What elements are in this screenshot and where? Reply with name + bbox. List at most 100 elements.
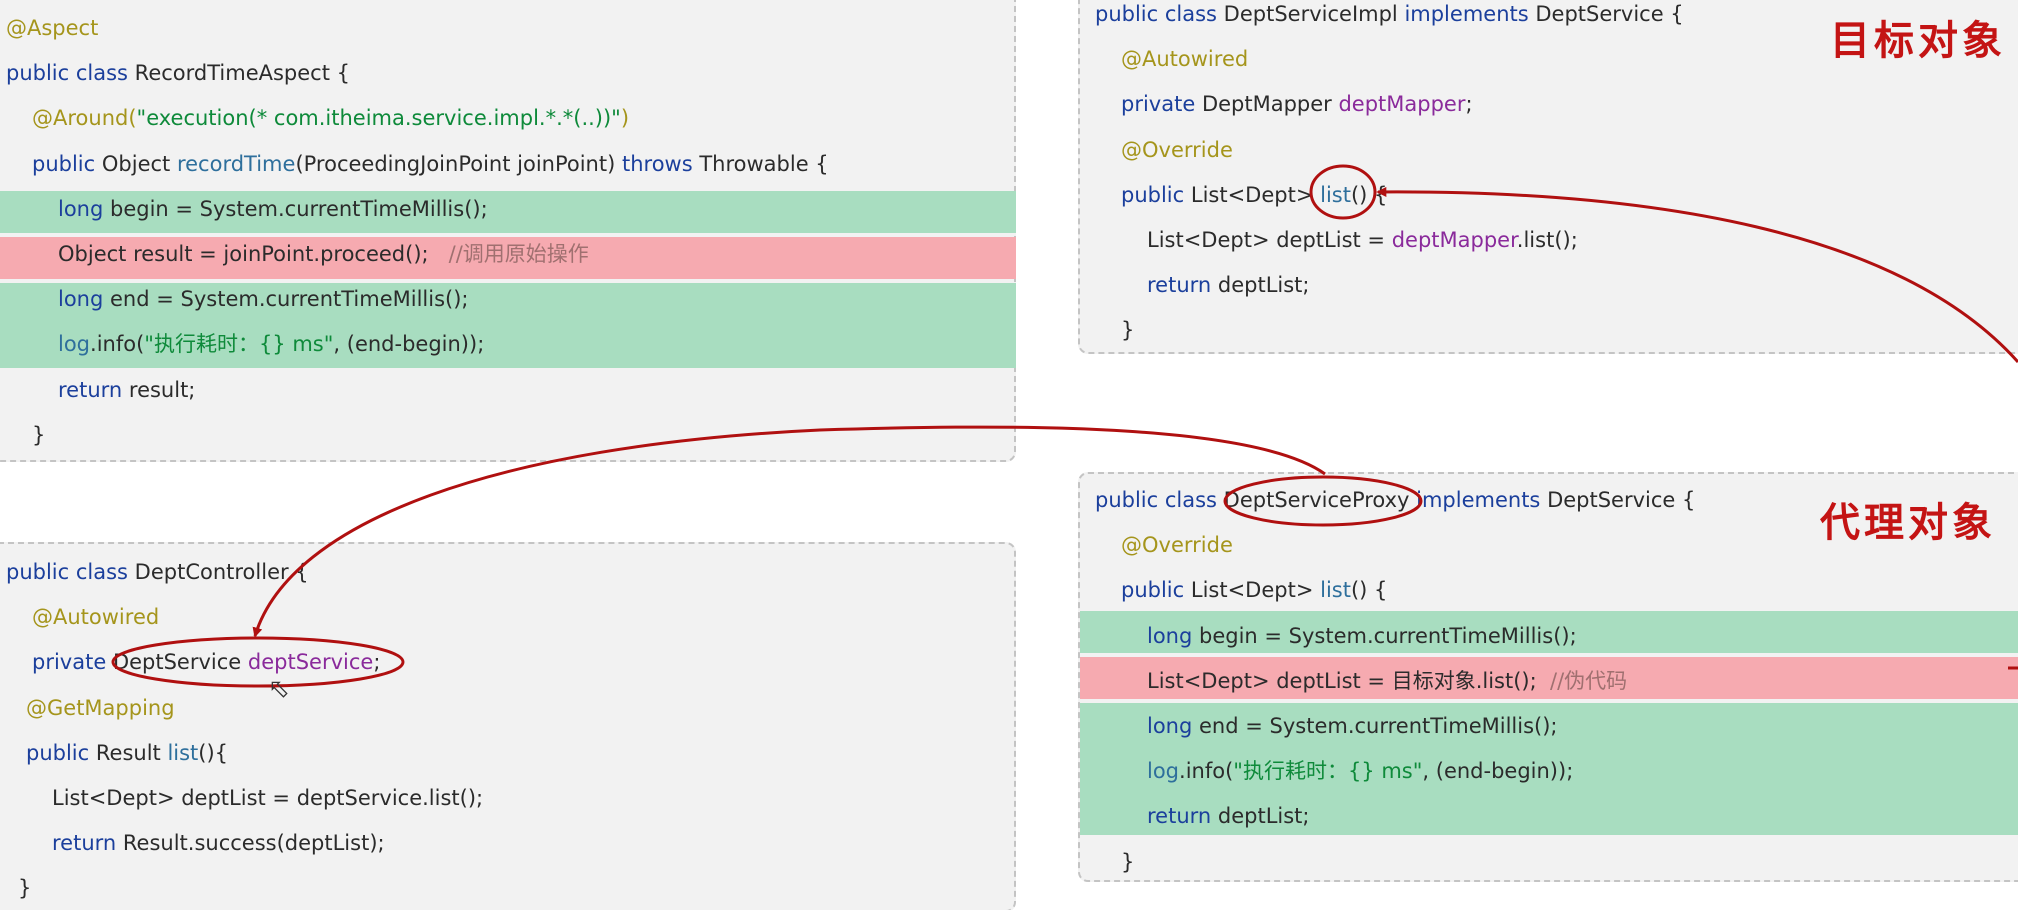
code-line: private DeptMapper deptMapper; — [1121, 82, 1473, 127]
code-token: implements — [1416, 488, 1548, 512]
code-token: @Autowired — [1121, 47, 1249, 72]
code-token: DeptService — [112, 650, 248, 675]
code-token: log — [58, 332, 91, 357]
code-token: } — [32, 422, 46, 447]
code-line: long begin = System.currentTimeMillis(); — [58, 187, 488, 232]
code-line: return result; — [58, 368, 195, 413]
code-line: log.info("执行耗时：{} ms", (end-begin)); — [58, 322, 484, 367]
code-token: public class — [6, 560, 135, 584]
code-token: Throwable { — [699, 151, 829, 176]
code-line: public class DeptServiceImpl implements … — [1095, 0, 1684, 37]
code-token: private — [1121, 92, 1202, 117]
code-line: long end = System.currentTimeMillis(); — [58, 277, 469, 322]
code-token: } — [18, 876, 32, 901]
code-token: @Override — [1121, 533, 1233, 558]
code-line: @Autowired — [32, 595, 159, 640]
code-token: public — [32, 151, 102, 176]
code-line: public Object recordTime(ProceedingJoinP… — [32, 142, 829, 187]
code-token: public class — [6, 61, 135, 86]
code-token: DeptController { — [134, 560, 309, 584]
code-token: "执行耗时：{} ms" — [1233, 759, 1423, 784]
code-token: result; — [128, 377, 196, 402]
code-token: throws — [621, 151, 700, 176]
code-token: deptService — [247, 650, 374, 675]
code-line: @Aspect — [6, 6, 98, 51]
code-line: public class RecordTimeAspect { — [6, 51, 350, 96]
code-line: public class DeptController { — [6, 550, 309, 595]
code-token: long — [58, 287, 110, 312]
code-line: @Around("execution(* com.itheima.service… — [32, 96, 629, 141]
code-token: end = System.currentTimeMillis(); — [110, 287, 469, 312]
target-object-label: 目标对象 — [1830, 17, 2006, 64]
code-token: ; — [373, 650, 381, 675]
code-token: public — [26, 740, 96, 765]
code-token: private — [32, 650, 113, 675]
code-token: deptList; — [1217, 804, 1310, 829]
code-line: @Override — [1121, 128, 1233, 173]
code-token: deptMapper — [1391, 228, 1517, 252]
code-token: List<Dept> — [1190, 578, 1321, 603]
code-token: (){ — [198, 740, 229, 765]
code-token: list — [167, 740, 199, 765]
code-token: DeptServiceImpl — [1223, 2, 1405, 26]
code-token: deptMapper — [1338, 92, 1466, 117]
code-token: return — [52, 831, 123, 856]
code-token: .info( — [1179, 759, 1234, 784]
code-token: .info( — [90, 332, 145, 357]
code-token: DeptService { — [1535, 2, 1684, 26]
code-token: //伪代码 — [1550, 668, 1628, 693]
code-line: public List<Dept> list() { — [1121, 568, 1387, 613]
code-line: long end = System.currentTimeMillis(); — [1147, 704, 1558, 749]
code-line: log.info("执行耗时：{} ms", (end-begin)); — [1147, 749, 1573, 794]
code-token: begin = System.currentTimeMillis(); — [1199, 623, 1577, 648]
code-token: } — [1121, 318, 1135, 343]
code-token: end = System.currentTimeMillis(); — [1199, 714, 1558, 738]
code-token: List<Dept> — [1190, 182, 1321, 207]
code-token: .list(); — [1516, 228, 1578, 252]
code-line: } — [18, 866, 31, 910]
code-token: @Override — [1121, 137, 1233, 162]
code-token: public class — [1095, 488, 1224, 512]
code-line: @GetMapping — [26, 686, 175, 731]
code-token: @Aspect — [6, 16, 99, 40]
code-token: RecordTimeAspect { — [134, 61, 350, 86]
code-token: implements — [1404, 2, 1536, 26]
code-token: DeptMapper — [1201, 92, 1339, 117]
code-token: @GetMapping — [26, 695, 175, 720]
code-token: public class — [1095, 2, 1224, 26]
code-token: long — [1147, 623, 1199, 648]
code-token: DeptServiceProxy — [1223, 488, 1417, 512]
code-token: Object result = joinPoint.proceed(); — [58, 242, 449, 266]
code-token: @Autowired — [32, 605, 160, 630]
code-line: public class DeptServiceProxy implements… — [1095, 478, 1695, 523]
code-token: List<Dept> deptList = 目标对象.list(); — [1147, 668, 1551, 693]
code-token: (ProceedingJoinPoint joinPoint) — [295, 151, 622, 176]
code-token: public — [1121, 578, 1191, 603]
code-line: Object result = joinPoint.proceed(); //调… — [58, 232, 589, 277]
code-token: //调用原始操作 — [448, 242, 589, 266]
code-token: ; — [1465, 92, 1473, 117]
code-line: return deptList; — [1147, 263, 1310, 308]
code-token: recordTime — [176, 151, 296, 176]
code-token: Result — [95, 740, 168, 765]
code-token: List<Dept> deptList = deptService.list()… — [52, 786, 484, 810]
code-token: return — [1147, 804, 1218, 829]
code-line: } — [1121, 308, 1134, 353]
code-token: long — [58, 196, 110, 221]
code-token: list — [1320, 182, 1351, 207]
code-token: @Around( — [32, 106, 137, 131]
code-token: return — [58, 377, 129, 402]
proxy-object-label: 代理对象 — [1820, 499, 1996, 546]
code-token: ) — [620, 106, 630, 131]
code-line: List<Dept> deptList = 目标对象.list(); //伪代码 — [1147, 659, 1627, 704]
code-token: , (end-begin)); — [1422, 759, 1574, 784]
code-token: deptList; — [1217, 273, 1310, 298]
code-line: List<Dept> deptList = deptService.list()… — [52, 776, 483, 821]
code-token: list — [1320, 578, 1351, 603]
code-token: } — [1121, 849, 1135, 874]
code-line: public Result list(){ — [26, 731, 228, 776]
code-token: "执行耗时：{} ms" — [144, 332, 334, 357]
code-token: begin = System.currentTimeMillis(); — [110, 196, 488, 221]
code-line: private DeptService deptService; — [32, 640, 380, 685]
code-token: , (end-begin)); — [333, 332, 485, 357]
